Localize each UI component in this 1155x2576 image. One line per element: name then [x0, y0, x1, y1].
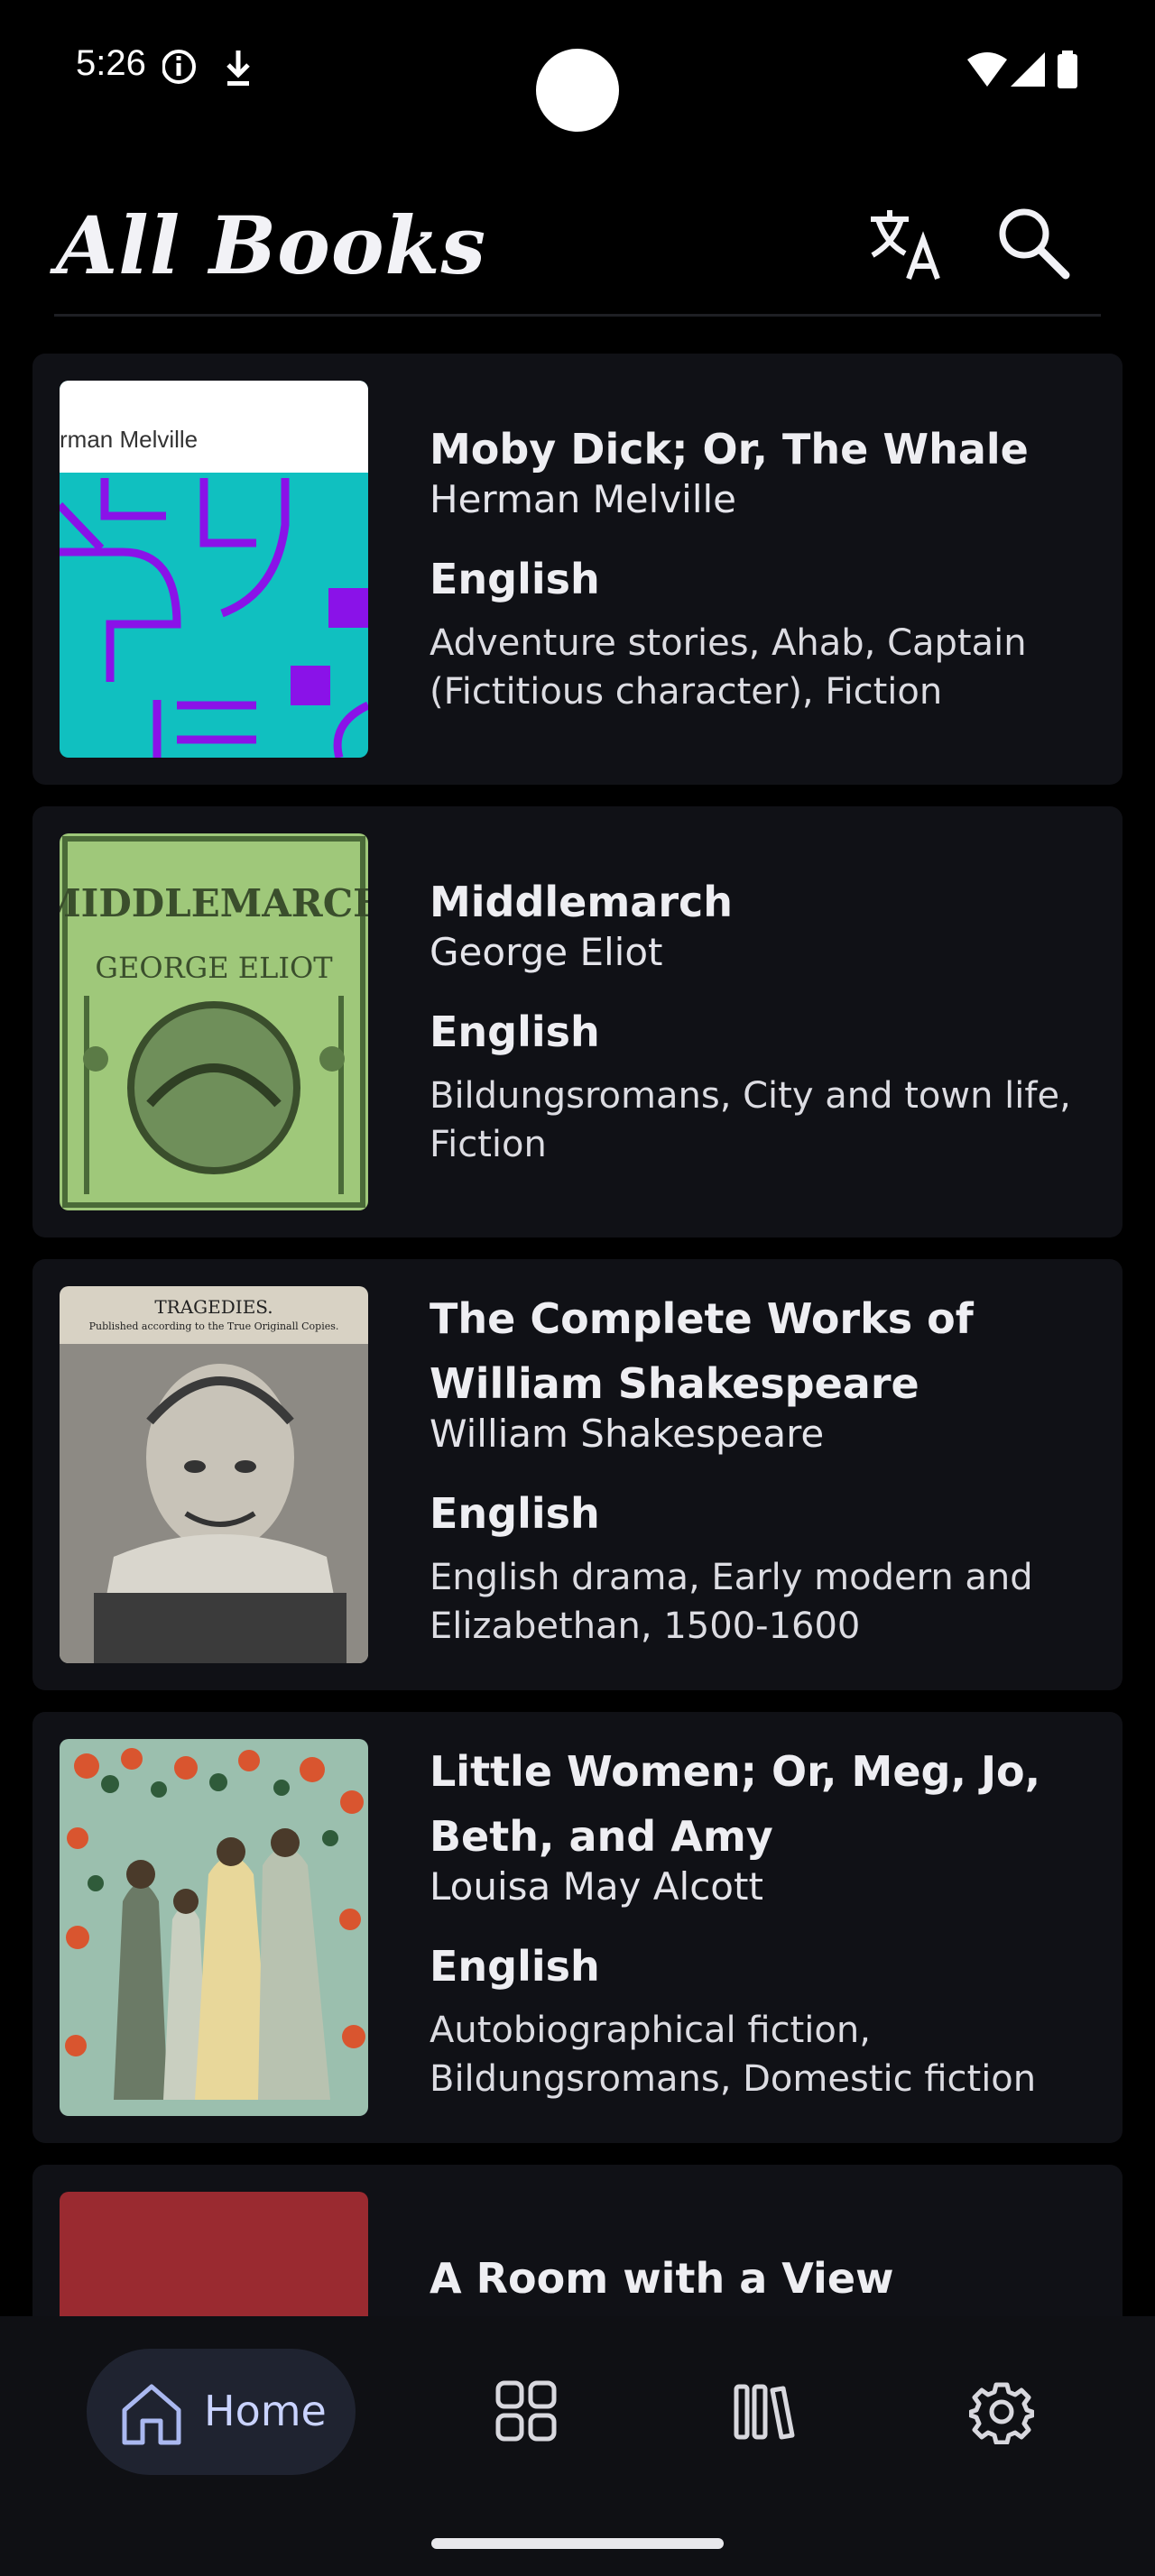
cover-text: GEORGE ELIOT	[95, 951, 333, 985]
book-language: English	[430, 1942, 600, 1991]
book-language: English	[430, 1489, 600, 1538]
book-author: Louisa May Alcott	[430, 1864, 763, 1909]
book-title: Moby Dick; Or, The Whale	[430, 425, 1029, 474]
header-divider	[54, 314, 1101, 317]
home-icon	[122, 2384, 181, 2445]
status-time: 5:26	[76, 43, 146, 83]
book-subjects: Adventure stories, Ahab, Captain (Fictit…	[430, 622, 1027, 713]
book-cover	[60, 1739, 368, 2116]
book-author: George Eliot	[430, 930, 663, 974]
page-title: All Books	[56, 198, 487, 292]
book-card[interactable]: rman Melville Moby Dick; Or, The Whale H…	[32, 354, 1123, 785]
book-card[interactable]: MIDDLEMARCH GEORGE ELIOT Middlemarch Geo…	[32, 806, 1123, 1237]
book-cover: MIDDLEMARCH GEORGE ELIOT	[60, 833, 368, 1210]
book-cover: rman Melville	[60, 381, 368, 758]
nav-home[interactable]: Home	[87, 2349, 356, 2475]
book-info: Moby Dick; Or, The Whale Herman Melville…	[430, 417, 1097, 716]
search-button[interactable]	[991, 200, 1077, 287]
status-right-icons	[966, 51, 1083, 94]
library-icon	[734, 2384, 795, 2440]
book-info: The Complete Works of William Shakespear…	[430, 1286, 1097, 1651]
nav-home-label: Home	[204, 2387, 327, 2435]
camera-cutout	[536, 49, 619, 132]
cover-text: Published according to the True Original…	[89, 1320, 339, 1332]
cover-text: MIDDLEMARCH	[60, 881, 368, 925]
gear-icon	[969, 2382, 1034, 2444]
book-info: Middlemarch George Eliot English Bildung…	[430, 869, 1097, 1169]
home-indicator[interactable]	[431, 2538, 724, 2549]
book-title: Little Women; Or, Meg, Jo, Beth, and Amy	[430, 1747, 1041, 1861]
book-title: Middlemarch	[430, 878, 734, 926]
book-list[interactable]: rman Melville Moby Dick; Or, The Whale H…	[32, 354, 1123, 2316]
book-language: English	[430, 1007, 600, 1056]
book-author: Herman Melville	[430, 477, 737, 521]
battery-icon	[1058, 54, 1077, 88]
nav-browse[interactable]	[482, 2367, 572, 2457]
nav-library[interactable]	[718, 2367, 808, 2457]
book-cover: TRAGEDIES. Published according to the Tr…	[60, 1286, 368, 1663]
translate-button[interactable]	[863, 200, 949, 287]
book-title: A Room with a View	[430, 2254, 894, 2303]
download-icon	[226, 51, 250, 86]
wifi-icon	[967, 52, 1007, 87]
status-bar: 5:26	[0, 0, 1155, 144]
book-subjects: Bildungsromans, City and town life, Fict…	[430, 1075, 1071, 1165]
signal-icon	[1011, 52, 1045, 87]
nav-settings[interactable]	[956, 2367, 1047, 2457]
book-card[interactable]: A Room with a View	[32, 2165, 1123, 2316]
book-language: English	[430, 555, 600, 603]
book-card[interactable]: Little Women; Or, Meg, Jo, Beth, and Amy…	[32, 1712, 1123, 2143]
book-card[interactable]: TRAGEDIES. Published according to the Tr…	[32, 1259, 1123, 1690]
bottom-navigation: Home	[0, 2316, 1155, 2576]
grid-icon	[495, 2380, 557, 2442]
book-subjects: English drama, Early modern and Elizabet…	[430, 1557, 1033, 1647]
cover-text: rman Melville	[60, 426, 198, 453]
book-cover	[60, 2192, 368, 2316]
status-left-icons	[162, 47, 271, 96]
book-author: William Shakespeare	[430, 1412, 825, 1456]
cover-text: TRAGEDIES.	[154, 1296, 273, 1318]
app-header: All Books	[0, 180, 1155, 317]
search-icon	[999, 208, 1070, 280]
book-subjects: Autobiographical fiction, Bildungsromans…	[430, 2010, 1037, 2100]
book-title: The Complete Works of William Shakespear…	[430, 1294, 974, 1408]
book-info: Little Women; Or, Meg, Jo, Beth, and Amy…	[430, 1739, 1097, 2103]
info-icon	[162, 50, 196, 84]
book-info: A Room with a View	[430, 2246, 1097, 2311]
translate-icon	[871, 210, 940, 281]
